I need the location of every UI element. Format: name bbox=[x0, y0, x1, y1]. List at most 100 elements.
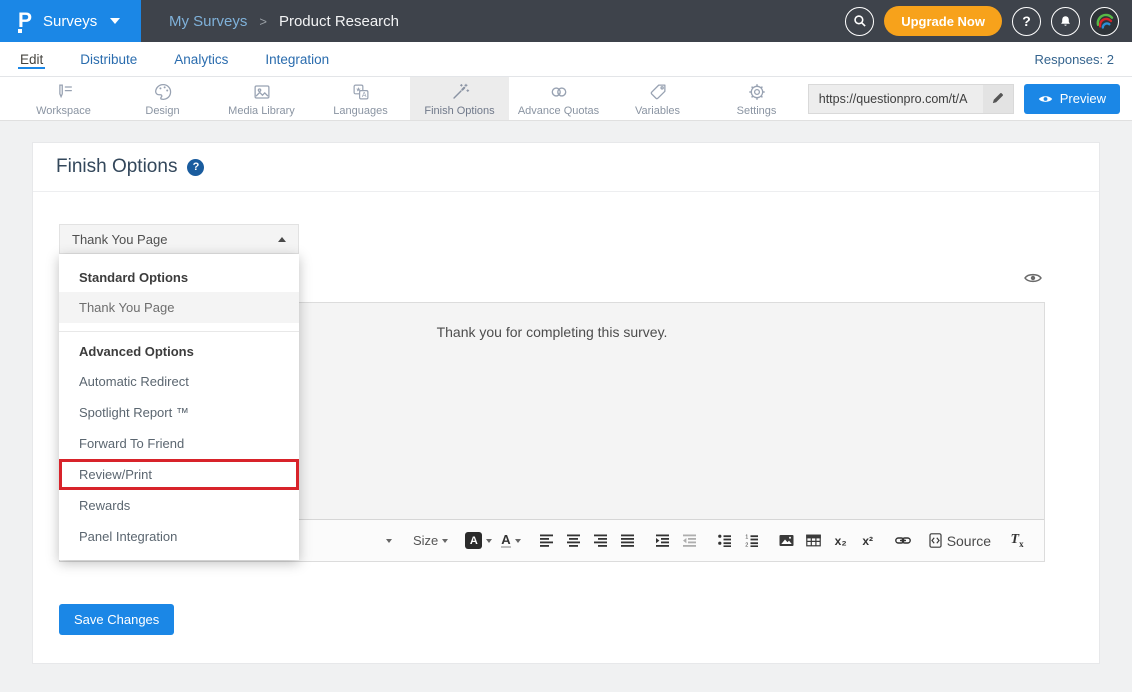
text-color-button[interactable]: A bbox=[499, 528, 522, 554]
eye-icon bbox=[1038, 94, 1053, 104]
insert-link-button[interactable] bbox=[892, 528, 914, 554]
toolbar-item-languages[interactable]: A Languages bbox=[311, 77, 410, 120]
finish-option-select[interactable]: Thank You Page bbox=[59, 224, 299, 254]
design-palette-icon bbox=[152, 81, 174, 103]
menu-group-advanced-options: Advanced Options bbox=[59, 338, 299, 366]
tab-edit[interactable]: Edit bbox=[18, 42, 45, 76]
breadcrumb-my-surveys[interactable]: My Surveys bbox=[169, 13, 247, 30]
tab-analytics[interactable]: Analytics bbox=[172, 42, 230, 76]
align-left-icon bbox=[540, 534, 553, 547]
caret-down-icon bbox=[486, 539, 492, 543]
toolbar-item-design[interactable]: Design bbox=[113, 77, 212, 120]
chain-links-icon bbox=[548, 81, 570, 103]
insert-image-button[interactable] bbox=[776, 528, 798, 554]
tag-icon bbox=[647, 81, 669, 103]
search-icon bbox=[852, 13, 868, 29]
subscript-button[interactable]: x₂ bbox=[830, 528, 852, 554]
surveys-product-menu[interactable]: P Surveys bbox=[0, 0, 141, 42]
topbar-actions: Upgrade Now ? bbox=[845, 0, 1132, 42]
justify-button[interactable] bbox=[617, 528, 639, 554]
caret-up-icon bbox=[278, 237, 286, 242]
toolbar-item-finish-options[interactable]: Finish Options bbox=[410, 77, 509, 120]
question-mark-icon: ? bbox=[1022, 13, 1031, 29]
finish-option-dropdown-menu: Standard Options Thank You Page Advanced… bbox=[59, 254, 299, 560]
toolbar-item-settings[interactable]: Settings bbox=[707, 77, 806, 120]
media-library-icon bbox=[251, 81, 273, 103]
tab-integration[interactable]: Integration bbox=[263, 42, 331, 76]
toolbar-item-advance-quotas[interactable]: Advance Quotas bbox=[509, 77, 608, 120]
upgrade-now-button[interactable]: Upgrade Now bbox=[884, 6, 1002, 36]
workspace-icon bbox=[53, 81, 75, 103]
bg-color-icon: A bbox=[465, 532, 482, 549]
table-icon bbox=[806, 534, 821, 547]
top-navbar: P Surveys My Surveys > Product Research … bbox=[0, 0, 1132, 42]
save-changes-button[interactable]: Save Changes bbox=[59, 604, 174, 635]
survey-url-area: Preview bbox=[808, 77, 1132, 120]
product-menu-label: Surveys bbox=[43, 13, 97, 30]
caret-down-icon bbox=[442, 539, 448, 543]
tab-distribute[interactable]: Distribute bbox=[78, 42, 139, 76]
background-color-button[interactable]: A bbox=[463, 528, 494, 554]
align-left-button[interactable] bbox=[536, 528, 558, 554]
breadcrumb: My Surveys > Product Research bbox=[141, 0, 399, 42]
edit-pencil-icon bbox=[991, 92, 1004, 105]
editor-preview-toggle[interactable] bbox=[1024, 272, 1042, 284]
breadcrumb-separator: > bbox=[259, 14, 267, 29]
account-avatar[interactable] bbox=[1090, 7, 1119, 36]
menu-item-panel-integration[interactable]: Panel Integration bbox=[59, 521, 299, 552]
source-button[interactable]: Source bbox=[927, 528, 993, 554]
survey-url-box bbox=[808, 84, 1014, 114]
menu-divider bbox=[59, 331, 299, 332]
align-right-icon bbox=[594, 534, 607, 547]
toolbar-item-variables[interactable]: Variables bbox=[608, 77, 707, 120]
image-icon bbox=[779, 534, 794, 547]
languages-icon: A bbox=[350, 81, 372, 103]
superscript-button[interactable]: x² bbox=[857, 528, 879, 554]
search-button[interactable] bbox=[845, 7, 874, 36]
page-content: Finish Options ? Thank You Page Standard… bbox=[0, 121, 1132, 664]
preview-button[interactable]: Preview bbox=[1024, 84, 1120, 114]
align-right-button[interactable] bbox=[590, 528, 612, 554]
toolbar-item-media-library[interactable]: Media Library bbox=[212, 77, 311, 120]
menu-item-thank-you-page[interactable]: Thank You Page bbox=[59, 292, 299, 323]
avatar-logo-icon bbox=[1092, 8, 1118, 34]
source-icon bbox=[929, 533, 942, 548]
bullet-list-icon bbox=[718, 534, 731, 547]
indent-icon bbox=[656, 534, 669, 547]
edit-url-button[interactable] bbox=[983, 85, 1013, 113]
survey-tab-bar: Edit Distribute Analytics Integration Re… bbox=[0, 42, 1132, 77]
numbered-list-icon: 12 bbox=[745, 534, 758, 547]
outdent-button[interactable] bbox=[679, 528, 701, 554]
size-dropdown[interactable]: Size bbox=[411, 528, 450, 554]
questionpro-logo-icon: P bbox=[18, 10, 32, 31]
finish-options-card: Finish Options ? Thank You Page Standard… bbox=[32, 142, 1100, 664]
bell-icon bbox=[1058, 14, 1073, 29]
caret-down-icon bbox=[515, 539, 521, 543]
clear-formatting-button[interactable]: Tx bbox=[1006, 528, 1028, 554]
numbered-list-button[interactable]: 12 bbox=[741, 528, 763, 554]
menu-item-spotlight-report[interactable]: Spotlight Report ™ bbox=[59, 397, 299, 428]
finish-options-help-button[interactable]: ? bbox=[187, 159, 204, 176]
notifications-button[interactable] bbox=[1051, 7, 1080, 36]
breadcrumb-current: Product Research bbox=[279, 13, 399, 30]
toolbar-item-workspace[interactable]: Workspace bbox=[14, 77, 113, 120]
card-body: Thank You Page Standard Options Thank Yo… bbox=[33, 192, 1099, 635]
menu-item-review-print[interactable]: Review/Print bbox=[59, 459, 299, 490]
menu-item-rewards[interactable]: Rewards bbox=[59, 490, 299, 521]
bullet-list-button[interactable] bbox=[714, 528, 736, 554]
page-title: Finish Options bbox=[56, 156, 177, 178]
indent-button[interactable] bbox=[652, 528, 674, 554]
menu-item-automatic-redirect[interactable]: Automatic Redirect bbox=[59, 366, 299, 397]
menu-item-forward-to-friend[interactable]: Forward To Friend bbox=[59, 428, 299, 459]
gear-icon bbox=[746, 81, 768, 103]
responses-count[interactable]: Responses: 2 bbox=[1035, 42, 1115, 76]
format-dropdown[interactable] bbox=[376, 528, 398, 554]
help-button[interactable]: ? bbox=[1012, 7, 1041, 36]
align-center-button[interactable] bbox=[563, 528, 585, 554]
app-window: P Surveys My Surveys > Product Research … bbox=[0, 0, 1132, 692]
question-mark-icon: ? bbox=[193, 161, 200, 173]
caret-down-icon bbox=[110, 18, 120, 24]
insert-table-button[interactable] bbox=[803, 528, 825, 554]
svg-text:2: 2 bbox=[745, 543, 748, 547]
svg-text:A: A bbox=[361, 92, 366, 99]
